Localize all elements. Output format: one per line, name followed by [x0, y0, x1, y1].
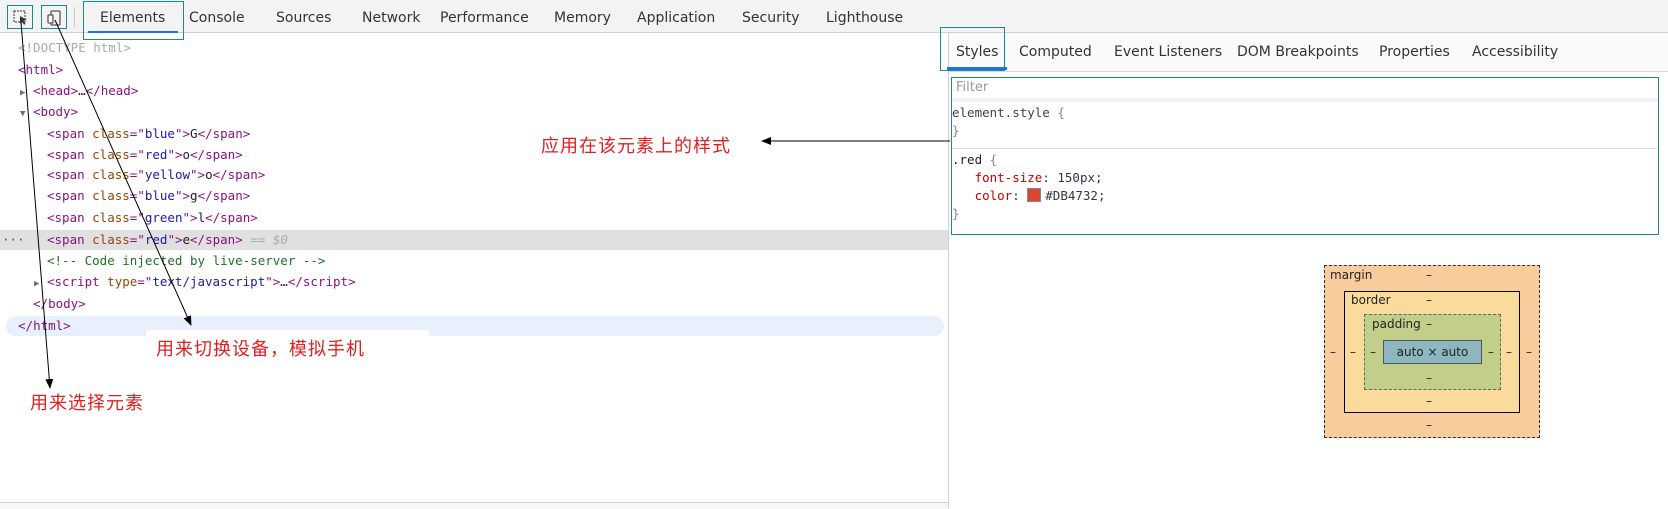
arrow-to-select-note: [20, 21, 54, 389]
arrow-to-device-note: [54, 19, 192, 326]
annotation-arrows: [20, 19, 950, 389]
